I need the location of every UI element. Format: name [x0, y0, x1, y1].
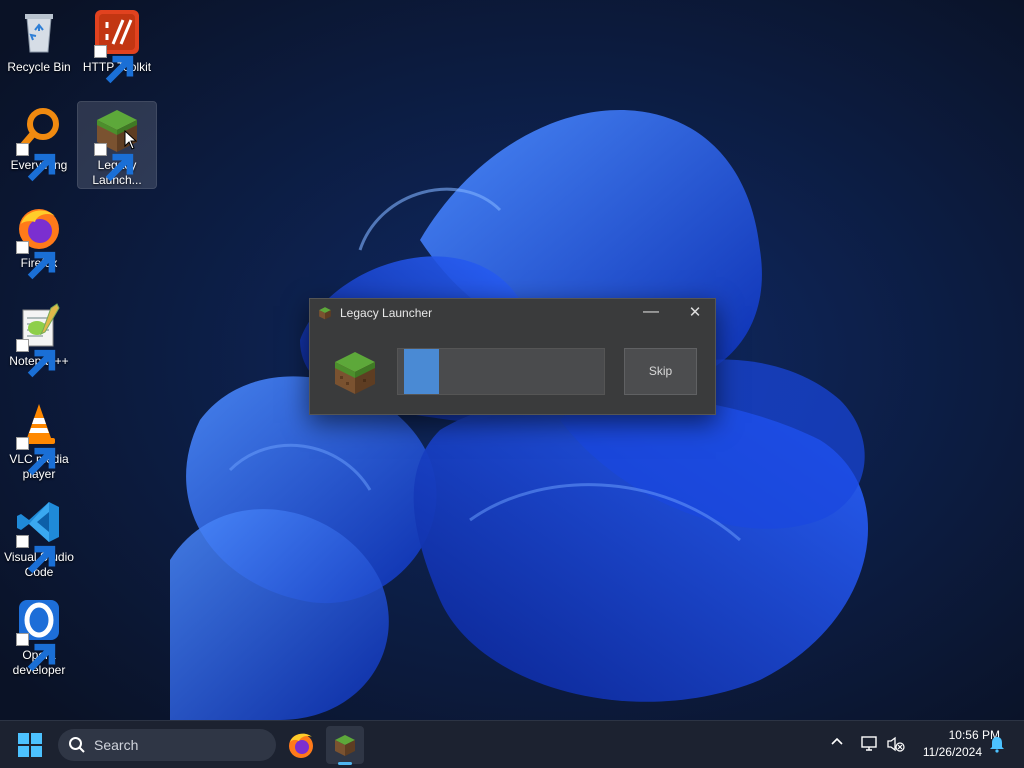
notepad-plus-plus-icon	[15, 302, 63, 378]
legacy-launcher-dialog: Legacy Launcher — ✕ Skip	[309, 298, 716, 415]
everything-search-icon	[15, 106, 63, 182]
taskbar-firefox-icon[interactable]	[284, 727, 318, 763]
windows-start-icon[interactable]	[16, 731, 44, 759]
http-toolkit-icon	[93, 8, 141, 84]
vscode-icon	[15, 498, 63, 574]
search-icon	[69, 737, 85, 753]
vlc-cone-icon	[15, 400, 63, 476]
loading-progress-bar	[397, 348, 605, 395]
close-button[interactable]: ✕	[678, 301, 712, 327]
shortcut-arrow-icon	[16, 241, 56, 280]
network-icon[interactable]	[860, 734, 880, 754]
dialog-title: Legacy Launcher	[340, 306, 433, 320]
clock-time[interactable]: 10:56 PM	[912, 728, 1000, 742]
desktop-icon-opera-developer[interactable]: Opera developer	[0, 592, 78, 678]
minecraft-grass-block-icon	[319, 307, 331, 320]
minecraft-grass-block-icon	[335, 352, 375, 394]
shortcut-arrow-icon	[94, 143, 134, 182]
desktop-icon-vlc[interactable]: VLC media player	[0, 396, 78, 482]
shortcut-arrow-icon	[16, 633, 56, 672]
skip-button[interactable]: Skip	[624, 348, 697, 395]
minimize-button[interactable]: —	[634, 301, 668, 327]
active-app-indicator	[338, 762, 352, 765]
clock-date[interactable]: 11/26/2024	[912, 745, 982, 759]
shortcut-arrow-icon	[16, 535, 56, 574]
taskbar-legacy-launcher-button[interactable]	[326, 726, 364, 764]
desktop-icon-vscode[interactable]: Visual Studio Code	[0, 494, 78, 580]
firefox-icon	[15, 204, 63, 280]
taskbar: Search 10:56 PM 11/26/2024	[0, 720, 1024, 768]
shortcut-arrow-icon	[16, 339, 56, 378]
shortcut-arrow-icon	[16, 437, 56, 476]
minecraft-grass-block-icon	[335, 735, 355, 756]
notification-bell-icon[interactable]	[988, 735, 1006, 753]
show-hidden-icons-chevron[interactable]	[828, 735, 846, 753]
desktop-icon-label: Recycle Bin	[7, 60, 71, 74]
desktop-icon-legacy-launcher[interactable]: Legacy Launch...	[77, 101, 157, 189]
chevron-up-icon	[831, 737, 843, 745]
mouse-cursor-icon	[124, 130, 138, 150]
search-placeholder: Search	[94, 737, 139, 753]
shortcut-arrow-icon	[16, 143, 56, 182]
progress-fill	[404, 349, 439, 394]
desktop-icon-notepad-plus-plus[interactable]: Notepad++	[0, 298, 78, 378]
recycle-bin-icon	[15, 8, 63, 56]
shortcut-arrow-icon	[94, 45, 134, 84]
desktop-icon-recycle-bin[interactable]: Recycle Bin	[0, 4, 78, 75]
desktop-icon-firefox[interactable]: Firefox	[0, 200, 78, 280]
opera-developer-icon	[15, 596, 63, 672]
volume-muted-icon[interactable]	[886, 734, 906, 754]
desktop-icon-everything[interactable]: Everything	[0, 102, 78, 182]
taskbar-search-box[interactable]: Search	[58, 729, 276, 761]
desktop-icon-http-toolkit[interactable]: HTTP Toolkit	[78, 4, 156, 84]
